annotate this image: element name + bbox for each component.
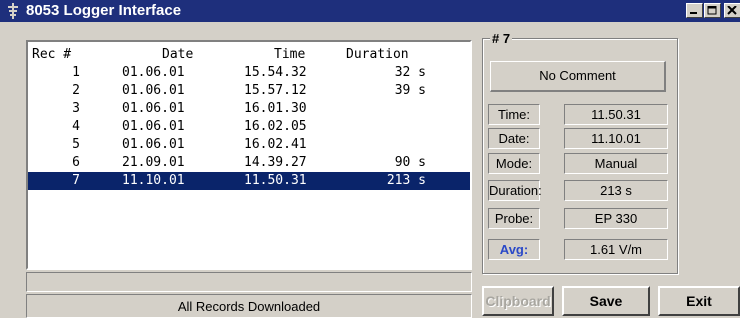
record-date: 11.10.01 <box>122 173 185 188</box>
record-number: 6 <box>72 155 80 170</box>
record-duration: 90 s <box>394 155 426 170</box>
record-duration: 39 s <box>394 83 426 98</box>
record-date: 01.06.01 <box>122 65 185 80</box>
record-list-header: Rec # Date Time Duration <box>28 46 470 64</box>
record-time: 16.02.41 <box>244 137 307 152</box>
date-label: Date: <box>488 128 540 149</box>
time-label: Time: <box>488 104 540 125</box>
exit-button[interactable]: Exit <box>658 286 740 316</box>
record-time: 15.54.32 <box>244 65 307 80</box>
record-number: 2 <box>72 83 80 98</box>
time-value: 11.50.31 <box>564 104 668 125</box>
close-button[interactable] <box>724 3 740 18</box>
record-date: 01.06.01 <box>122 137 185 152</box>
record-list[interactable]: Rec # Date Time Duration 1 01.06.01 15.54.… <box>26 40 472 270</box>
column-header-time: Time <box>274 47 306 62</box>
record-number: 3 <box>72 101 80 116</box>
mode-value: Manual <box>564 153 668 174</box>
record-date: 21.09.01 <box>122 155 185 170</box>
duration-label: Duration: <box>488 180 542 201</box>
record-date: 01.06.01 <box>122 119 185 134</box>
record-time: 16.02.05 <box>244 119 307 134</box>
record-row[interactable]: 1 01.06.01 15.54.32 32 s <box>28 64 470 82</box>
record-duration: 32 s <box>394 65 426 80</box>
maximize-button[interactable] <box>704 3 721 18</box>
close-icon <box>727 6 737 15</box>
maximize-icon <box>707 6 717 15</box>
record-number: 4 <box>72 119 80 134</box>
record-row[interactable]: 7 11.10.01 11.50.31 213 s <box>28 172 470 190</box>
probe-app-icon <box>8 3 18 19</box>
column-header-duration: Duration <box>346 47 409 62</box>
record-row[interactable]: 3 01.06.01 16.01.30 <box>28 100 470 118</box>
duration-value: 213 s <box>564 180 668 201</box>
record-duration: 213 s <box>386 173 426 188</box>
title-bar[interactable]: 8053 Logger Interface <box>0 0 740 22</box>
record-row[interactable]: 5 01.06.01 16.02.41 <box>28 136 470 154</box>
horizontal-scrollbar[interactable] <box>26 272 472 292</box>
minimize-icon <box>690 12 697 14</box>
date-value: 11.10.01 <box>564 128 668 149</box>
record-row[interactable]: 6 21.09.01 14.39.27 90 s <box>28 154 470 172</box>
column-header-rec: Rec # <box>32 47 72 62</box>
probe-label: Probe: <box>488 208 540 229</box>
clipboard-button[interactable]: Clipboard <box>482 286 554 316</box>
record-time: 16.01.30 <box>244 101 307 116</box>
avg-label: Avg: <box>488 239 540 260</box>
record-date: 01.06.01 <box>122 83 185 98</box>
minimize-button[interactable] <box>686 3 703 18</box>
probe-value: EP 330 <box>564 208 668 229</box>
avg-value: 1.61 V/m <box>564 239 668 260</box>
column-header-date: Date <box>162 47 194 62</box>
record-time: 11.50.31 <box>244 173 307 188</box>
record-time: 15.57.12 <box>244 83 307 98</box>
window-title: 8053 Logger Interface <box>26 2 182 19</box>
record-date: 01.06.01 <box>122 101 185 116</box>
save-button[interactable]: Save <box>562 286 650 316</box>
record-number: 7 <box>72 173 80 188</box>
app-window: 8053 Logger Interface Rec # Date Time Du… <box>0 0 740 318</box>
record-detail-group-label: # 7 <box>490 31 513 46</box>
record-row[interactable]: 2 01.06.01 15.57.12 39 s <box>28 82 470 100</box>
status-bar: All Records Downloaded <box>26 294 472 318</box>
record-time: 14.39.27 <box>244 155 307 170</box>
record-number: 5 <box>72 137 80 152</box>
record-number: 1 <box>72 65 80 80</box>
comment-button[interactable]: No Comment <box>490 61 666 92</box>
record-row[interactable]: 4 01.06.01 16.02.05 <box>28 118 470 136</box>
mode-label: Mode: <box>488 153 540 174</box>
